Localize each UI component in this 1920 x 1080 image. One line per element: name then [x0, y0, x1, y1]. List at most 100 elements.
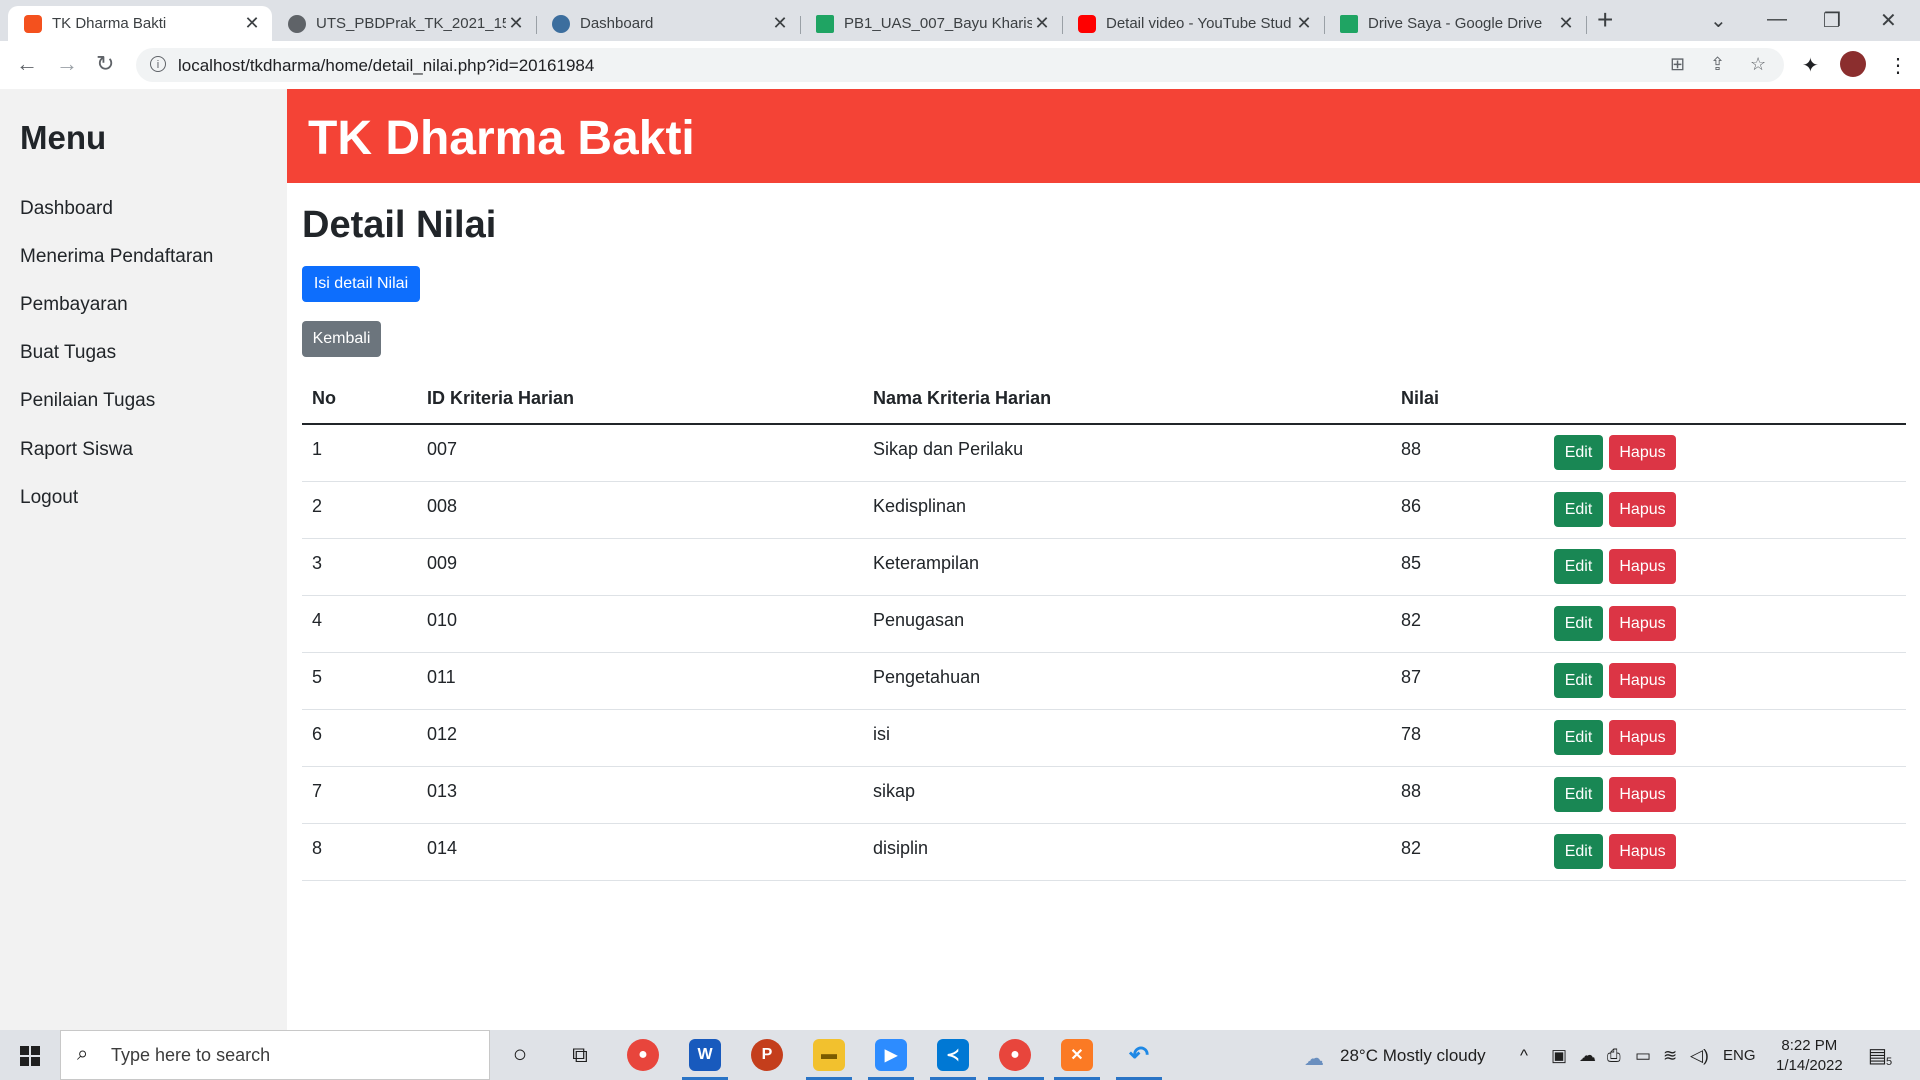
- table-row: 8 014 disiplin 82 Edit Hapus: [302, 824, 1906, 881]
- sidebar-title: Menu: [20, 119, 107, 156]
- cell-nilai: 82: [1401, 838, 1422, 858]
- close-tab-icon[interactable]: ✕: [1032, 13, 1052, 34]
- edit-button[interactable]: Edit: [1554, 834, 1603, 869]
- sidebar-item-logout[interactable]: Logout: [20, 487, 78, 509]
- tab-title: PB1_UAS_007_Bayu Kharism: [844, 15, 1032, 32]
- edit-button[interactable]: Edit: [1554, 549, 1603, 584]
- sidebar-item-raport-siswa[interactable]: Raport Siswa: [20, 439, 133, 461]
- delete-button[interactable]: Hapus: [1609, 606, 1676, 641]
- reload-icon[interactable]: ↻: [96, 51, 114, 77]
- site-info-icon[interactable]: i: [150, 56, 166, 72]
- update-icon[interactable]: ⎙: [1607, 1046, 1621, 1066]
- tab-tk-dharma-bakti[interactable]: TK Dharma Bakti ✕: [8, 6, 272, 41]
- edit-button[interactable]: Edit: [1554, 606, 1603, 641]
- globe-icon: [288, 14, 306, 33]
- delete-button[interactable]: Hapus: [1609, 549, 1676, 584]
- delete-button[interactable]: Hapus: [1609, 492, 1676, 527]
- weather-text[interactable]: 28°C Mostly cloudy: [1340, 1046, 1486, 1066]
- browser-tab-bar: TK Dharma Bakti ✕ UTS_PBDPrak_TK_2021_15…: [0, 0, 1920, 41]
- tab-youtube-studio[interactable]: Detail video - YouTube Stud ✕: [1062, 6, 1324, 41]
- tab-google-drive[interactable]: Drive Saya - Google Drive ✕: [1324, 6, 1586, 41]
- edit-button[interactable]: Edit: [1554, 492, 1603, 527]
- xampp-icon[interactable]: ✕: [1061, 1039, 1093, 1071]
- volume-icon[interactable]: ◁): [1690, 1046, 1709, 1066]
- cell-nama: Penugasan: [873, 610, 965, 630]
- tab-search-icon[interactable]: ⌄: [1710, 8, 1727, 33]
- search-icon: ⌕: [77, 1043, 89, 1065]
- edit-button[interactable]: Edit: [1554, 720, 1603, 755]
- clock-date: 1/14/2022: [1776, 1057, 1843, 1074]
- sidebar-item-pembayaran[interactable]: Pembayaran: [20, 294, 128, 316]
- address-bar[interactable]: i localhost/tkdharma/home/detail_nilai.p…: [136, 48, 1784, 82]
- chrome-profile-icon[interactable]: ●: [999, 1039, 1031, 1071]
- sidebar-item-buat-tugas[interactable]: Buat Tugas: [20, 342, 116, 364]
- restore-icon[interactable]: ❐: [1823, 8, 1841, 33]
- column-header-nilai: Nilai: [1401, 388, 1440, 408]
- windows-start-icon[interactable]: [20, 1046, 40, 1066]
- cell-id: 009: [427, 553, 458, 573]
- task-view-icon[interactable]: ⧉: [564, 1039, 596, 1071]
- delete-button[interactable]: Hapus: [1609, 435, 1676, 470]
- cell-no: 1: [312, 439, 323, 459]
- file-explorer-icon[interactable]: ▬: [813, 1039, 845, 1071]
- page-header: TK Dharma Bakti: [287, 89, 1920, 183]
- cell-nama: Sikap dan Perilaku: [873, 439, 1024, 459]
- close-tab-icon[interactable]: ✕: [1556, 13, 1576, 34]
- close-tab-icon[interactable]: ✕: [1294, 13, 1314, 34]
- chrome-icon[interactable]: ●: [627, 1039, 659, 1071]
- tab-uts[interactable]: UTS_PBDPrak_TK_2021_152 ✕: [272, 6, 536, 41]
- profile-avatar[interactable]: [1840, 51, 1866, 77]
- bookmark-star-icon[interactable]: ☆: [1750, 54, 1766, 75]
- cortana-icon[interactable]: ○: [504, 1039, 536, 1071]
- delete-button[interactable]: Hapus: [1609, 720, 1676, 755]
- minimize-icon[interactable]: —: [1767, 8, 1787, 31]
- word-icon[interactable]: W: [689, 1039, 721, 1071]
- back-icon[interactable]: ←: [16, 51, 38, 77]
- chevron-up-icon[interactable]: ^: [1520, 1046, 1528, 1066]
- battery-icon[interactable]: ▭: [1635, 1046, 1651, 1066]
- translate-icon[interactable]: ⊞: [1670, 54, 1685, 75]
- cell-nama: Keterampilan: [873, 553, 980, 573]
- vscode-icon[interactable]: ≺: [937, 1039, 969, 1071]
- cell-no: 7: [312, 781, 323, 801]
- new-tab-button[interactable]: +: [1597, 4, 1613, 36]
- wifi-icon[interactable]: ≋: [1663, 1046, 1677, 1066]
- notification-icon[interactable]: ▤: [1868, 1043, 1887, 1068]
- delete-button[interactable]: Hapus: [1609, 777, 1676, 812]
- powerpoint-icon[interactable]: P: [751, 1039, 783, 1071]
- sidebar-item-dashboard[interactable]: Dashboard: [20, 198, 113, 220]
- close-tab-icon[interactable]: ✕: [242, 13, 262, 34]
- back-button[interactable]: Kembali: [302, 321, 381, 357]
- tab-dashboard[interactable]: Dashboard ✕: [536, 6, 800, 41]
- taskbar-clock[interactable]: 8:22 PM 1/14/2022: [1776, 1036, 1843, 1076]
- tab-pb1-uas[interactable]: PB1_UAS_007_Bayu Kharism ✕: [800, 6, 1062, 41]
- close-tab-icon[interactable]: ✕: [506, 13, 526, 34]
- edit-button[interactable]: Edit: [1554, 435, 1603, 470]
- sidebar-item-menerima-pendaftaran[interactable]: Menerima Pendaftaran: [20, 246, 213, 268]
- delete-button[interactable]: Hapus: [1609, 834, 1676, 869]
- share-icon[interactable]: ⇪: [1710, 54, 1725, 75]
- onedrive-icon[interactable]: ☁: [1579, 1046, 1596, 1066]
- mysql-workbench-icon[interactable]: ↶: [1123, 1039, 1155, 1071]
- more-menu-icon[interactable]: ⋮: [1888, 53, 1908, 78]
- forward-icon[interactable]: →: [56, 51, 78, 77]
- taskbar-search-box[interactable]: ⌕ Type here to search: [60, 1030, 490, 1080]
- site-title: TK Dharma Bakti: [308, 112, 695, 165]
- language-indicator[interactable]: ENG: [1723, 1047, 1756, 1064]
- edit-button[interactable]: Edit: [1554, 663, 1603, 698]
- tab-title: Detail video - YouTube Stud: [1106, 15, 1292, 32]
- zoom-icon[interactable]: ▶: [875, 1039, 907, 1071]
- extensions-icon[interactable]: ✦: [1802, 53, 1819, 78]
- edit-button[interactable]: Edit: [1554, 777, 1603, 812]
- column-header-nama: Nama Kriteria Harian: [873, 388, 1052, 408]
- meet-now-icon[interactable]: ▣: [1551, 1046, 1567, 1066]
- url-text[interactable]: localhost/tkdharma/home/detail_nilai.php…: [178, 56, 594, 76]
- close-window-icon[interactable]: ✕: [1880, 8, 1897, 33]
- close-tab-icon[interactable]: ✕: [770, 13, 790, 34]
- clock-time: 8:22 PM: [1781, 1037, 1838, 1054]
- add-nilai-button[interactable]: Isi detail Nilai: [302, 266, 420, 302]
- cell-id: 007: [427, 439, 458, 459]
- delete-button[interactable]: Hapus: [1609, 663, 1676, 698]
- cell-no: 6: [312, 724, 323, 744]
- sidebar-item-penilaian-tugas[interactable]: Penilaian Tugas: [20, 390, 155, 412]
